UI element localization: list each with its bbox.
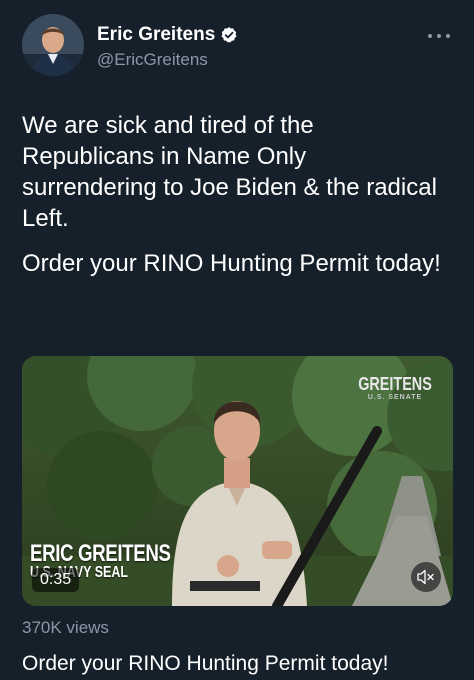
brand-logo-text: GREITENS xyxy=(358,374,432,394)
verified-icon xyxy=(221,27,237,43)
view-count: 370K views xyxy=(22,618,109,637)
mute-icon xyxy=(417,569,434,585)
brand-logo: GREITENS U.S. SENATE xyxy=(349,374,441,401)
author-name[interactable]: Eric Greitens xyxy=(97,24,215,46)
avatar[interactable] xyxy=(22,14,84,76)
video-player[interactable]: GREITENS U.S. SENATE ERIC GREITENS U.S. … xyxy=(22,356,453,606)
tweet-paragraph: We are sick and tired of the Republicans… xyxy=(22,112,437,232)
author-handle[interactable]: @EricGreitens xyxy=(97,50,208,70)
video-duration: 0:35 xyxy=(32,568,80,592)
tweet-text: We are sick and tired of the Republicans… xyxy=(22,110,442,293)
tweet-header: Eric Greitens @EricGreitens xyxy=(22,14,452,84)
video-card-title[interactable]: Order your RINO Hunting Permit today! xyxy=(22,652,388,676)
mute-button[interactable] xyxy=(411,562,441,592)
brand-logo-subtitle: U.S. SENATE xyxy=(367,394,423,401)
tweet-paragraph: Order your RINO Hunting Permit today! xyxy=(22,250,441,277)
more-icon[interactable] xyxy=(426,30,452,42)
author-name-row: Eric Greitens xyxy=(97,24,238,46)
